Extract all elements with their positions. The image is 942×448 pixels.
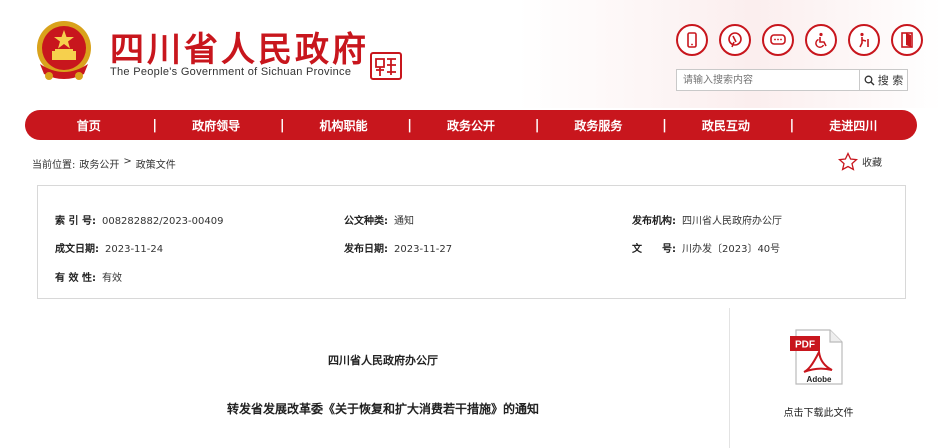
meta-created: 成文日期: 2023-11-24 <box>55 240 163 255</box>
pdf-brand-text: Adobe <box>807 375 832 384</box>
nav-item-interaction[interactable]: 政民互动 <box>662 117 789 134</box>
breadcrumb-item-disclosure[interactable]: 政务公开 <box>79 156 119 171</box>
meta-row: 索 引 号: 008282882/2023-00409 公文种类: 通知 发布机构:… <box>38 212 905 227</box>
meta-org: 发布机构: 四川省人民政府办公厅 <box>632 212 782 227</box>
sichuan-seal-logo <box>370 52 402 80</box>
search-box: 搜 索 <box>676 69 908 91</box>
document-meta: 索 引 号: 008282882/2023-00409 公文种类: 通知 发布机构:… <box>37 185 906 299</box>
pdf-badge-text: PDF <box>795 340 815 351</box>
meta-type-label: 公文种类: <box>344 216 388 227</box>
site-subtitle: The People's Government of Sichuan Provi… <box>110 66 352 78</box>
meta-published: 发布日期: 2023-11-27 <box>344 240 452 255</box>
document-content: 四川省人民政府办公厅 转发省发展改革委《关于恢复和扩大消费若干措施》的通知 <box>37 308 729 448</box>
weibo-icon[interactable] <box>719 24 751 56</box>
meta-type: 公文种类: 通知 <box>344 212 414 227</box>
page: 四川省人民政府 The People's Government of Sichu… <box>0 0 942 448</box>
search-button[interactable]: 搜 索 <box>859 70 907 90</box>
meta-org-value: 四川省人民政府办公厅 <box>682 216 782 227</box>
search-button-label: 搜 索 <box>877 74 904 87</box>
breadcrumb-item-policy[interactable]: 政策文件 <box>136 156 176 171</box>
nav-item-about-sichuan[interactable]: 走进四川 <box>790 117 917 134</box>
breadcrumb-prefix: 当前位置: <box>32 160 76 171</box>
search-input[interactable] <box>677 70 859 90</box>
star-icon <box>838 152 858 171</box>
meta-validity: 有 效 性: 有效 <box>55 269 122 284</box>
mobile-icon[interactable] <box>676 24 708 56</box>
nav-item-disclosure[interactable]: 政务公开 <box>407 117 534 134</box>
nav-item-leaders[interactable]: 政府领导 <box>152 117 279 134</box>
main-nav: 首页 | 政府领导 | 机构职能 | 政务公开 | 政务服务 | 政民互动 | … <box>25 110 917 140</box>
meta-index-label: 索 引 号: <box>55 216 96 227</box>
meta-published-label: 发布日期: <box>344 244 388 255</box>
meta-validity-value: 有效 <box>101 273 122 284</box>
nav-item-services[interactable]: 政务服务 <box>535 117 662 134</box>
meta-org-label: 发布机构: <box>632 216 676 227</box>
nav-item-functions[interactable]: 机构职能 <box>280 117 407 134</box>
meta-index-value: 008282882/2023-00409 <box>101 216 224 227</box>
breadcrumb-separator: > <box>123 156 132 167</box>
meta-docno: 文 号: 川办发〔2023〕40号 <box>632 240 780 255</box>
meta-created-value: 2023-11-24 <box>105 244 164 255</box>
meta-validity-label: 有 效 性: <box>55 273 96 284</box>
site-title: 四川省人民政府 <box>110 30 369 70</box>
message-icon[interactable] <box>762 24 794 56</box>
document-title: 转发省发展改革委《关于恢复和扩大消费若干措施》的通知 <box>226 402 539 416</box>
exit-icon[interactable] <box>891 24 923 56</box>
national-emblem-icon <box>37 21 91 80</box>
header-icon-bar <box>676 24 923 56</box>
meta-type-value: 通知 <box>394 216 414 227</box>
favorite-label: 收藏 <box>862 158 882 169</box>
breadcrumb: 当前位置: 政务公开 > 政策文件 <box>32 156 176 171</box>
download-file-link[interactable]: 点击下载此文件 <box>730 404 907 419</box>
pdf-file-icon[interactable]: PDF Adobe <box>788 326 848 388</box>
meta-published-value: 2023-11-27 <box>394 244 453 255</box>
nav-item-home[interactable]: 首页 <box>25 117 152 134</box>
meta-row: 有 效 性: 有效 <box>38 269 905 284</box>
meta-row: 成文日期: 2023-11-24 发布日期: 2023-11-27 文 号: 川办发〔… <box>38 240 905 255</box>
accessibility-icon[interactable] <box>805 24 837 56</box>
download-sidebar: PDF Adobe 点击下载此文件 <box>729 308 906 448</box>
meta-docno-label: 文 号: <box>632 244 676 255</box>
meta-created-label: 成文日期: <box>55 244 99 255</box>
site-header: 四川省人民政府 The People's Government of Sichu… <box>0 0 942 108</box>
meta-docno-value: 川办发〔2023〕40号 <box>682 244 781 255</box>
search-icon <box>864 75 875 85</box>
meta-index: 索 引 号: 008282882/2023-00409 <box>55 212 223 227</box>
document-issuer: 四川省人民政府办公厅 <box>328 354 438 367</box>
favorite-button[interactable]: 收藏 <box>838 152 882 171</box>
elderly-care-icon[interactable] <box>848 24 880 56</box>
